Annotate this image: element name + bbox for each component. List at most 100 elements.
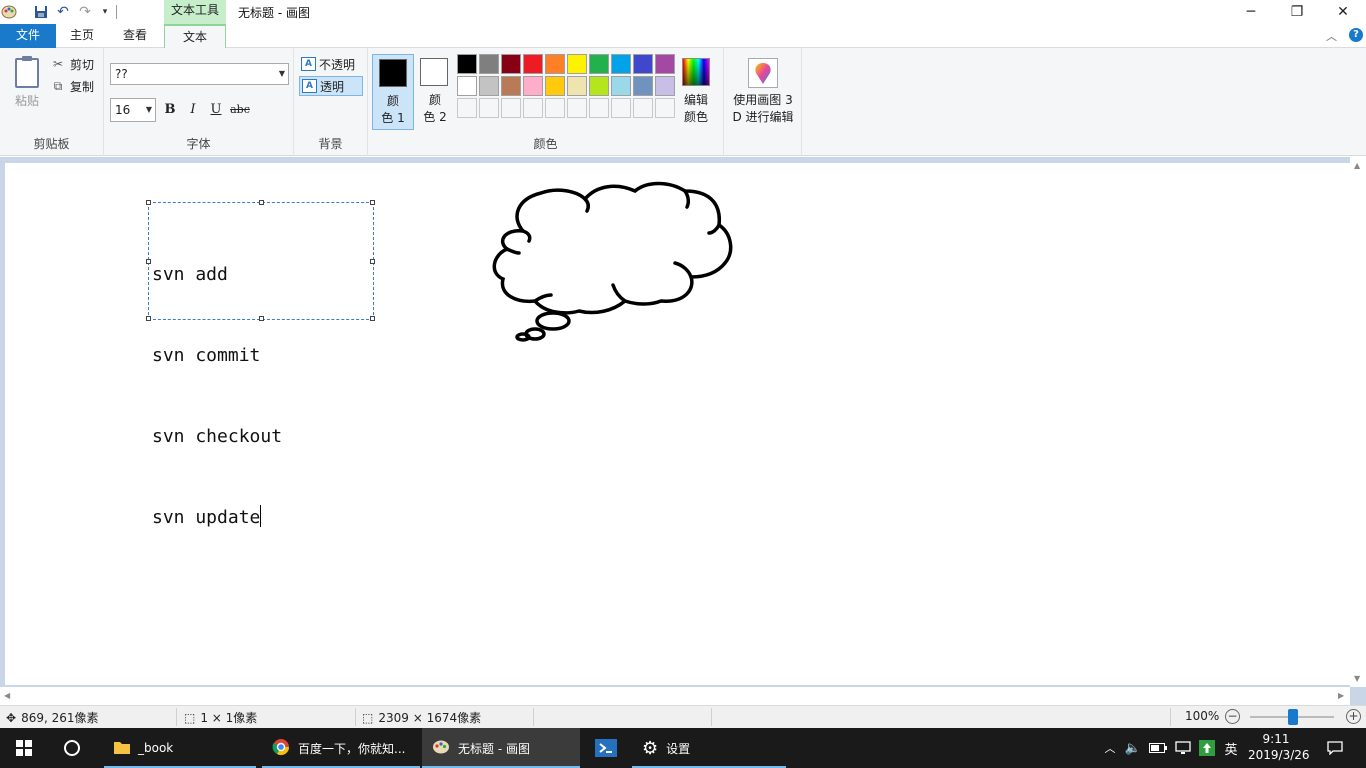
palette-swatch[interactable] bbox=[633, 98, 653, 118]
palette-swatch[interactable] bbox=[655, 76, 675, 96]
palette-swatch[interactable] bbox=[611, 76, 631, 96]
drawing-canvas[interactable]: svn add svn commit svn checkout svn upda… bbox=[5, 163, 1350, 685]
search-circle-icon[interactable] bbox=[56, 728, 88, 768]
palette-swatch[interactable] bbox=[523, 76, 543, 96]
palette-swatch[interactable] bbox=[523, 98, 543, 118]
scroll-up-icon[interactable]: ▲ bbox=[1354, 161, 1360, 170]
taskbar-item-paint[interactable]: 无标题 - 画图 bbox=[422, 728, 580, 768]
scroll-left-icon[interactable]: ◀ bbox=[4, 691, 10, 700]
zoom-slider-thumb[interactable] bbox=[1288, 709, 1298, 725]
palette-swatch[interactable] bbox=[545, 76, 565, 96]
palette-swatch[interactable] bbox=[479, 98, 499, 118]
update-icon[interactable] bbox=[1196, 728, 1218, 768]
edit-with-paint3d-button[interactable]: 使用画图 3 D 进行编辑 bbox=[728, 54, 798, 130]
resize-handle[interactable] bbox=[370, 259, 375, 264]
transparent-option[interactable]: A 透明 bbox=[299, 76, 363, 96]
text-box-content[interactable]: svn add svn commit svn checkout svn upda… bbox=[152, 207, 282, 585]
italic-button[interactable]: I bbox=[183, 100, 203, 120]
clock[interactable]: 9:11 2019/3/26 bbox=[1248, 731, 1310, 763]
help-icon[interactable]: ? bbox=[1349, 28, 1363, 42]
volume-icon[interactable]: 🔈 bbox=[1122, 728, 1144, 768]
palette-swatch[interactable] bbox=[523, 54, 543, 74]
palette-swatch[interactable] bbox=[567, 98, 587, 118]
edit-colors-button[interactable]: 编辑 颜色 bbox=[676, 54, 716, 130]
tab-home[interactable]: 主页 bbox=[60, 24, 104, 48]
taskbar-item-chrome[interactable]: 百度一下，你就知... bbox=[262, 728, 420, 768]
resize-handle[interactable] bbox=[146, 316, 151, 321]
notification-icon[interactable] bbox=[1318, 728, 1352, 768]
status-separator bbox=[533, 708, 534, 726]
cut-button[interactable]: ✂ 剪切 bbox=[50, 54, 94, 74]
copy-button[interactable]: ⧉ 复制 bbox=[50, 76, 94, 96]
palette-swatch[interactable] bbox=[633, 54, 653, 74]
palette-swatch[interactable] bbox=[479, 54, 499, 74]
palette-swatch[interactable] bbox=[633, 76, 653, 96]
undo-icon[interactable]: ↶ bbox=[54, 3, 72, 21]
underline-button[interactable]: U bbox=[206, 100, 226, 120]
tab-text[interactable]: 文本 bbox=[164, 24, 226, 49]
status-separator bbox=[355, 708, 356, 726]
horizontal-scrollbar[interactable]: ◀ ▶ bbox=[0, 687, 1350, 705]
customize-quick-access-icon[interactable]: ▾ bbox=[96, 3, 114, 21]
palette-swatch[interactable] bbox=[611, 98, 631, 118]
palette-swatch[interactable] bbox=[501, 54, 521, 74]
palette-swatch[interactable] bbox=[501, 76, 521, 96]
resize-handle[interactable] bbox=[146, 200, 151, 205]
network-icon[interactable] bbox=[1172, 728, 1194, 768]
redo-icon[interactable]: ↷ bbox=[76, 3, 94, 21]
tab-view[interactable]: 查看 bbox=[112, 24, 158, 48]
palette-swatch[interactable] bbox=[589, 76, 609, 96]
zoom-in-button[interactable]: + bbox=[1346, 709, 1361, 724]
resize-handle[interactable] bbox=[370, 316, 375, 321]
palette-swatch[interactable] bbox=[611, 54, 631, 74]
opaque-option[interactable]: A 不透明 bbox=[299, 54, 363, 74]
palette-swatch[interactable] bbox=[589, 54, 609, 74]
minimize-ribbon-icon[interactable]: ︿ bbox=[1326, 28, 1337, 44]
battery-icon[interactable] bbox=[1146, 728, 1170, 768]
ime-indicator[interactable]: 英 bbox=[1220, 728, 1242, 768]
chevron-up-icon[interactable]: ︿ bbox=[1100, 728, 1120, 768]
palette-swatch[interactable] bbox=[655, 98, 675, 118]
font-size-value: 16 bbox=[115, 103, 131, 117]
taskbar-item-book[interactable]: _book bbox=[104, 728, 256, 768]
resize-handle[interactable] bbox=[259, 200, 264, 205]
tab-file[interactable]: 文件 bbox=[0, 24, 56, 48]
taskbar-item-settings[interactable]: ⚙ 设置 bbox=[632, 728, 786, 768]
font-size-select[interactable]: 16 ▼ bbox=[110, 98, 156, 122]
palette-swatch[interactable] bbox=[457, 76, 477, 96]
edit-colors-label: 编辑 颜色 bbox=[683, 93, 708, 124]
vertical-scrollbar[interactable]: ▲ ▼ bbox=[1350, 157, 1366, 687]
minimize-button[interactable]: ─ bbox=[1228, 0, 1274, 24]
scroll-right-icon[interactable]: ▶ bbox=[1338, 691, 1344, 700]
resize-handle[interactable] bbox=[370, 200, 375, 205]
zoom-out-button[interactable]: − bbox=[1225, 709, 1240, 724]
color1-button[interactable]: 颜 色 1 bbox=[372, 54, 414, 130]
chevron-down-icon: ▼ bbox=[145, 105, 152, 114]
copy-label: 复制 bbox=[70, 79, 95, 94]
palette-swatch[interactable] bbox=[545, 54, 565, 74]
paint-app-icon[interactable] bbox=[0, 3, 18, 21]
palette-swatch[interactable] bbox=[457, 54, 477, 74]
resize-handle[interactable] bbox=[146, 259, 151, 264]
palette-swatch[interactable] bbox=[655, 54, 675, 74]
scroll-down-icon[interactable]: ▼ bbox=[1354, 674, 1360, 683]
font-family-select[interactable]: ?? ▼ bbox=[110, 63, 289, 85]
text-box[interactable]: svn add svn commit svn checkout svn upda… bbox=[146, 200, 375, 528]
paint3d-icon bbox=[748, 58, 778, 88]
palette-swatch[interactable] bbox=[567, 76, 587, 96]
color2-button[interactable]: 颜 色 2 bbox=[416, 54, 454, 130]
powershell-icon[interactable] bbox=[588, 728, 624, 768]
palette-swatch[interactable] bbox=[545, 98, 565, 118]
windows-start-icon[interactable] bbox=[10, 728, 38, 768]
palette-swatch[interactable] bbox=[567, 54, 587, 74]
close-button[interactable]: ✕ bbox=[1320, 0, 1366, 24]
save-icon[interactable] bbox=[32, 3, 50, 21]
bold-button[interactable]: B bbox=[160, 100, 180, 120]
palette-swatch[interactable] bbox=[479, 76, 499, 96]
restore-button[interactable]: ❐ bbox=[1274, 0, 1320, 24]
palette-swatch[interactable] bbox=[457, 98, 477, 118]
strikethrough-button[interactable]: abc bbox=[230, 100, 250, 120]
palette-swatch[interactable] bbox=[501, 98, 521, 118]
paste-button[interactable]: 粘贴 bbox=[8, 54, 46, 112]
palette-swatch[interactable] bbox=[589, 98, 609, 118]
